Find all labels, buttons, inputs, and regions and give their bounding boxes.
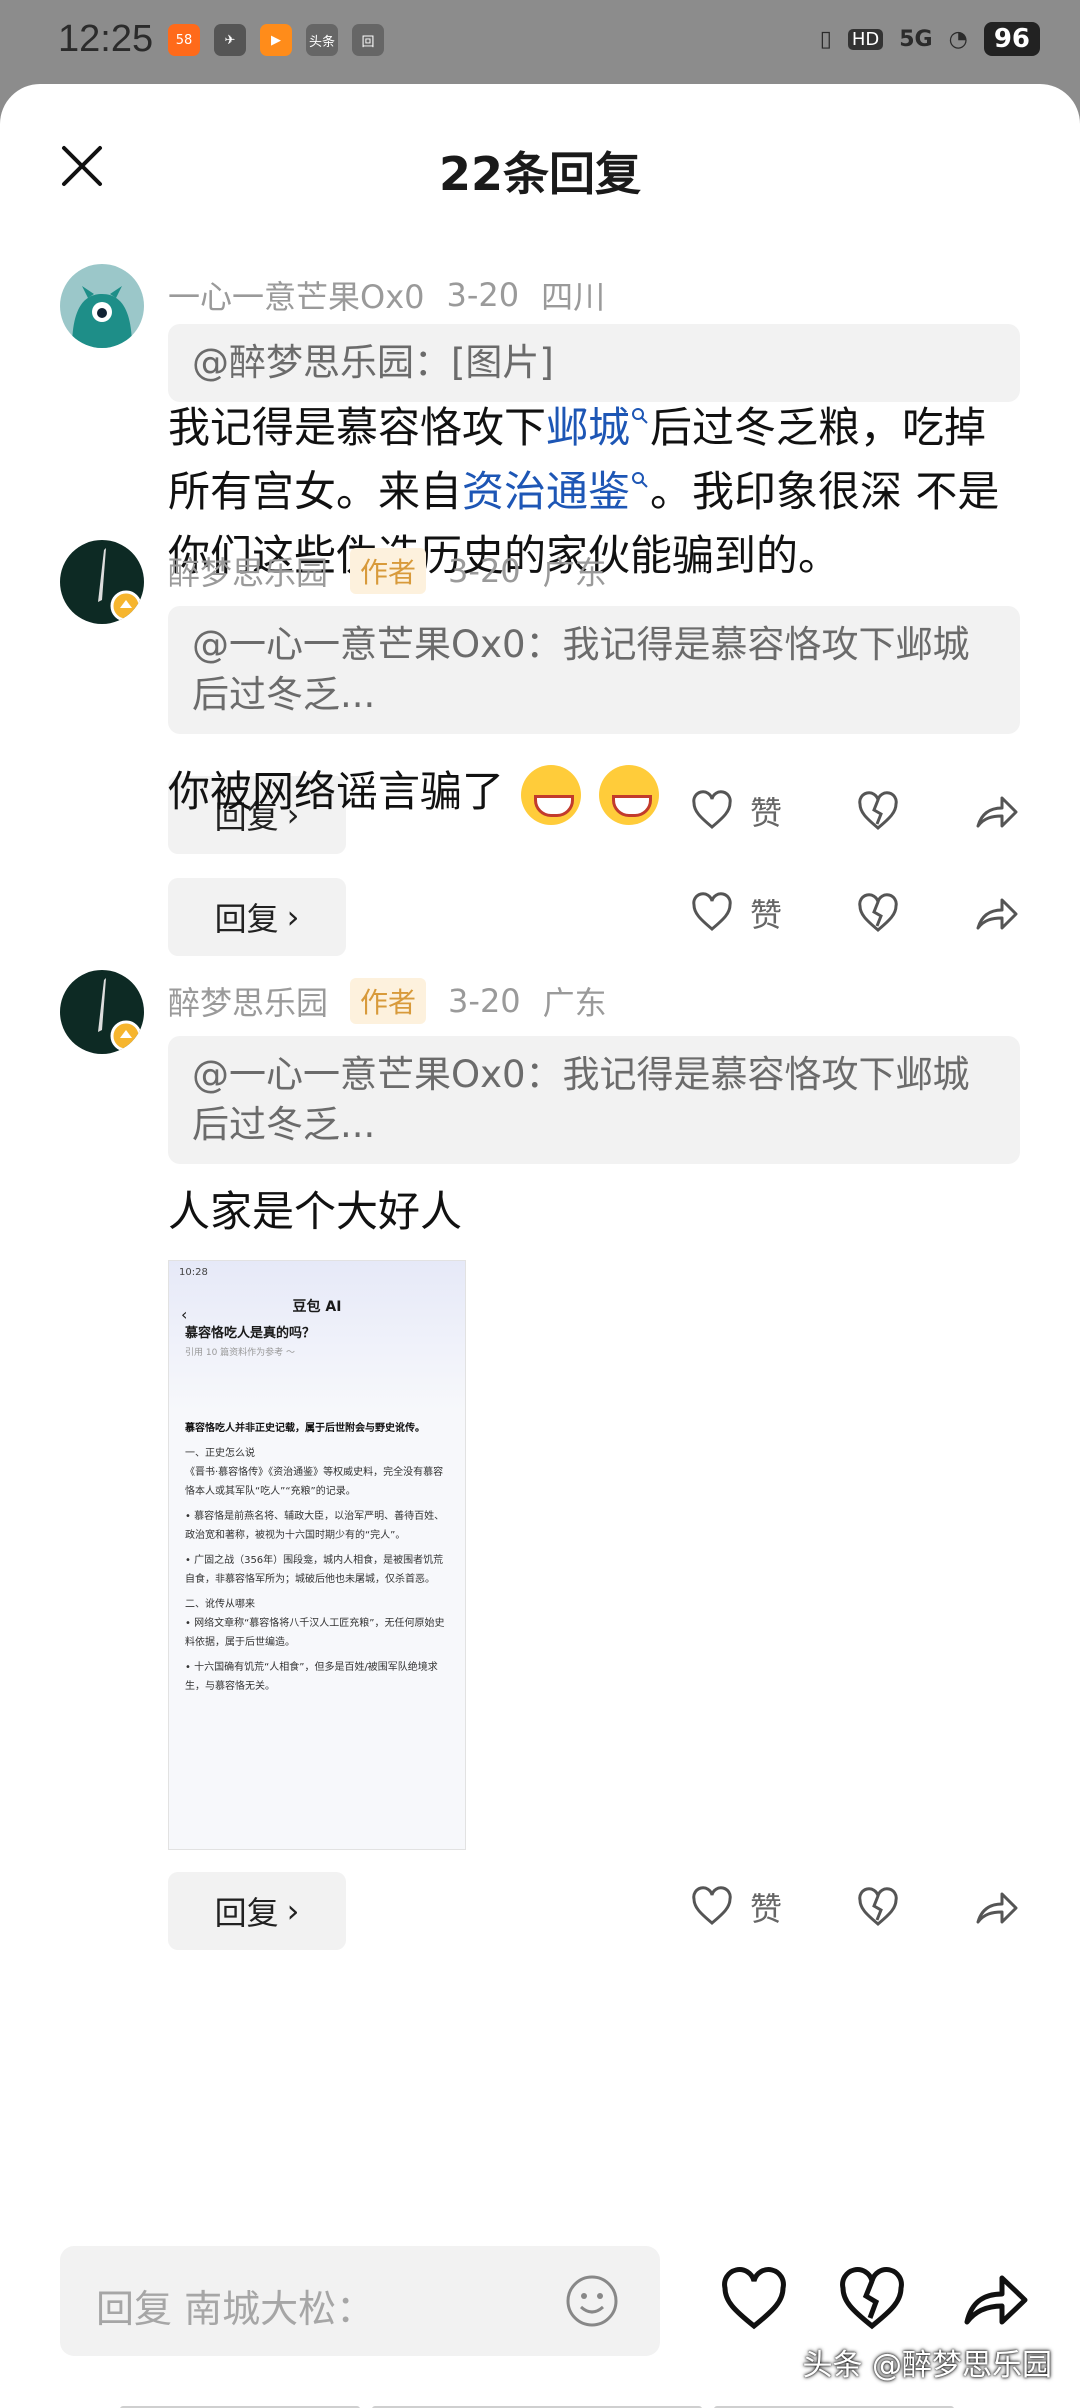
search-icon <box>632 408 648 424</box>
author-badge: 作者 <box>350 548 427 594</box>
link-text: 邺城 <box>546 403 631 452</box>
sheet-title: 22条回复 <box>438 147 641 201</box>
comment-meta: 一心一意芒果Ox0 3-20 四川 <box>168 272 605 318</box>
image-line: • 慕容恪是前燕名将、辅政大臣，以治军严明、善待百姓、政治宽和著称，被视为十六国… <box>185 1511 445 1541</box>
image-line: • 十六国确有饥荒“人相食”，但多是百姓/被围军队绝境求生，与慕容恪无关。 <box>185 1662 438 1692</box>
app-orange-icon: 58 <box>168 24 200 56</box>
image-line: 《晋书·慕容恪传》《资治通鉴》等权威史料，完全没有慕容恪本人或其军队“吃人”“充… <box>185 1467 444 1497</box>
share-icon[interactable] <box>974 892 1020 936</box>
sheet-header: 22条回复 <box>0 84 1080 254</box>
image-status-time: 10:28 <box>179 1267 208 1278</box>
grin-emoji-icon <box>521 764 582 825</box>
quoted-reply[interactable]: @一心一意芒果Ox0：我记得是慕容恪攻下邺城后过冬乏... <box>168 1036 1020 1164</box>
quoted-reply[interactable]: @醉梦思乐园：[图片] <box>168 324 1020 402</box>
heart-icon <box>692 892 732 931</box>
watermark: 头条 @醉梦思乐园 <box>802 2348 1052 2383</box>
comment-meta: 醉梦思乐园 作者 3-20 广东 <box>168 978 607 1024</box>
author-avatar-icon <box>60 970 144 1054</box>
image-line: • 网络文章称“慕容恪将八千汉人工匠充粮”，无任何原始史料依据，属于后世编造。 <box>185 1618 445 1648</box>
chevron-right-icon: › <box>286 1892 300 1930</box>
status-app-icons: 58 ✈ ▶ 头条 回 <box>168 24 384 56</box>
heart-icon <box>692 1886 732 1925</box>
comment-actions: 赞 <box>690 878 1020 956</box>
laugh-emoji-icon <box>598 764 659 825</box>
image-ref: 引用 10 篇资料作为参考 ～ <box>185 1348 296 1358</box>
reply-label: 回复 <box>214 900 279 938</box>
search-link-yecheng[interactable]: 邺城 <box>546 403 650 452</box>
reply-button[interactable]: 回复 › <box>168 1872 346 1950</box>
username[interactable]: 醉梦思乐园 <box>168 548 328 594</box>
comment-actions: 赞 <box>690 1872 1020 1950</box>
wifi-icon: ◔ <box>948 26 968 52</box>
author-avatar-icon <box>60 540 144 624</box>
username[interactable]: 醉梦思乐园 <box>168 978 328 1024</box>
network-label: 5G <box>899 26 933 52</box>
battery-badge: 96 <box>983 22 1040 56</box>
status-bar: 12:25 58 ✈ ▶ 头条 回 ▯ HD 5G ◔ 96 <box>0 0 1080 84</box>
image-line: 二、讹传从哪来 <box>185 1599 255 1610</box>
search-icon <box>632 472 648 488</box>
image-title: 豆包 AI <box>292 1299 342 1315</box>
like-label: 赞 <box>750 1890 783 1928</box>
comment-location: 四川 <box>541 278 606 316</box>
image-header: 10:28 ‹ 豆包 AI 慕容恪吃人是真的吗？ 引用 10 篇资料作为参考 ～ <box>169 1261 465 1411</box>
status-right: ▯ HD 5G ◔ 96 <box>820 22 1040 56</box>
broken-heart-icon[interactable] <box>838 2266 906 2334</box>
heart-icon[interactable] <box>720 2266 788 2334</box>
link-text: 资治通鉴 <box>462 467 631 516</box>
back-arrow-icon: ‹ <box>181 1305 188 1324</box>
comment-date: 3-20 <box>446 276 520 314</box>
app-rocket-icon: ✈ <box>214 24 246 56</box>
reply-label: 回复 <box>214 1894 279 1932</box>
chevron-right-icon: › <box>286 898 300 936</box>
search-link-zizhitongjian[interactable]: 资治通鉴 <box>462 467 650 516</box>
text-segment: 我记得是慕容恪攻下 <box>168 403 547 452</box>
comment-date: 3-20 <box>448 982 521 1020</box>
comment-date: 3-20 <box>448 552 521 590</box>
reply-button[interactable]: 回复 › <box>168 878 346 956</box>
toutiao-icon: 头条 <box>306 24 338 56</box>
username[interactable]: 一心一意芒果Ox0 <box>168 272 425 318</box>
comment-text: 你被网络谣言骗了 <box>168 760 1020 825</box>
app-video-icon: ▶ <box>260 24 292 56</box>
reply-sheet: 22条回复 一心一意芒果Ox0 3-20 四川 @醉梦思乐园：[图片] 我记得是… <box>0 84 1080 2408</box>
image-line: 慕容恪吃人并非正史记载，属于后世附会与野史讹传。 <box>185 1423 425 1434</box>
quoted-reply[interactable]: @一心一意芒果Ox0：我记得是慕容恪攻下邺城后过冬乏... <box>168 606 1020 734</box>
emoji-smile-icon[interactable] <box>564 2273 620 2329</box>
like-label: 赞 <box>750 896 783 934</box>
broken-heart-icon[interactable] <box>856 892 900 936</box>
avatar[interactable] <box>60 264 144 348</box>
share-icon[interactable] <box>974 1886 1020 1930</box>
broken-heart-icon[interactable] <box>856 1886 900 1930</box>
comment-location: 广东 <box>542 984 607 1022</box>
hd-badge: HD <box>847 28 884 50</box>
like-button[interactable]: 赞 <box>690 890 782 936</box>
author-badge: 作者 <box>350 978 427 1024</box>
monster-avatar-icon <box>60 264 144 348</box>
image-body: 慕容恪吃人并非正史记载，属于后世附会与野史讹传。 一、正史怎么说 《晋书·慕容恪… <box>169 1411 465 1704</box>
status-time: 12:25 <box>58 18 154 60</box>
avatar[interactable] <box>60 540 144 624</box>
text-segment: 你被网络谣言骗了 <box>168 767 505 816</box>
avatar[interactable] <box>60 970 144 1054</box>
comment-location: 广东 <box>542 554 607 592</box>
attached-image[interactable]: 10:28 ‹ 豆包 AI 慕容恪吃人是真的吗？ 引用 10 篇资料作为参考 ～… <box>168 1260 466 1850</box>
vibrate-icon: ▯ <box>819 26 832 52</box>
share-icon[interactable] <box>962 2266 1030 2334</box>
app-square-icon: 回 <box>352 24 384 56</box>
reply-input[interactable]: 回复 南城大松： <box>60 2246 660 2356</box>
bottom-bar: 回复 南城大松： 头条 @醉梦思乐园 <box>0 2246 1080 2408</box>
like-button[interactable]: 赞 <box>690 1884 782 1930</box>
comment-text: 人家是个大好人 <box>168 1187 463 1236</box>
image-question: 慕容恪吃人是真的吗？ <box>185 1326 316 1341</box>
comment-meta: 醉梦思乐园 作者 3-20 广东 <box>168 548 607 594</box>
reply-input-placeholder: 回复 南城大松： <box>96 2287 375 2331</box>
image-line: • 广固之战（356年）围段龛，城内人相食，是被围者饥荒自食，非慕容恪军所为；城… <box>185 1555 444 1585</box>
image-line: 一、正史怎么说 <box>185 1448 255 1459</box>
